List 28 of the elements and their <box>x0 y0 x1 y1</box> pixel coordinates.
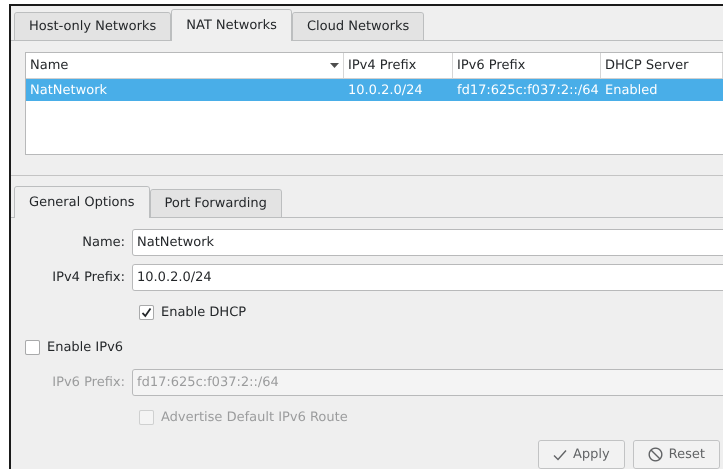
checkbox[interactable] <box>25 340 40 354</box>
field-label: IPv6 Prefix: <box>51 374 126 390</box>
field-label: Name: <box>81 234 126 250</box>
column-header[interactable]: IPv4 Prefix <box>344 53 453 78</box>
field-label: IPv4 Prefix: <box>51 270 126 284</box>
table-cell-text: NatNetwork <box>29 82 108 100</box>
checkbox-label: Enable IPv6 <box>47 340 124 354</box>
tab[interactable]: Port Forwarding <box>150 189 282 217</box>
tab[interactable]: NAT Networks <box>171 9 292 41</box>
checkbox-label: Enable DHCP <box>161 304 246 320</box>
input-field[interactable]: NatNetwork <box>132 228 723 256</box>
reset-button[interactable]: Reset <box>632 440 720 469</box>
cancel-icon <box>648 447 663 462</box>
tab[interactable]: Cloud Networks <box>292 12 424 40</box>
checkbox[interactable] <box>139 304 154 320</box>
column-header[interactable]: DHCP Server <box>601 53 723 78</box>
column-header[interactable]: Name <box>26 53 344 78</box>
column-header[interactable]: IPv6 Prefix <box>453 53 601 78</box>
checkbox-label: Advertise Default IPv6 Route <box>161 410 348 424</box>
tab[interactable]: Host-only Networks <box>14 12 172 40</box>
apply-button[interactable]: Apply <box>538 440 625 469</box>
check-icon <box>552 448 567 460</box>
table-cell-text: 10.0.2.0/24 <box>347 82 424 100</box>
table-cell-text: fd17:625c:f037:2::/64 <box>456 82 600 100</box>
sort-arrow-icon <box>330 62 339 68</box>
tab[interactable]: General Options <box>14 186 150 218</box>
input-field[interactable]: 10.0.2.0/24 <box>132 264 723 290</box>
table-cell-text: Enabled <box>604 82 659 100</box>
